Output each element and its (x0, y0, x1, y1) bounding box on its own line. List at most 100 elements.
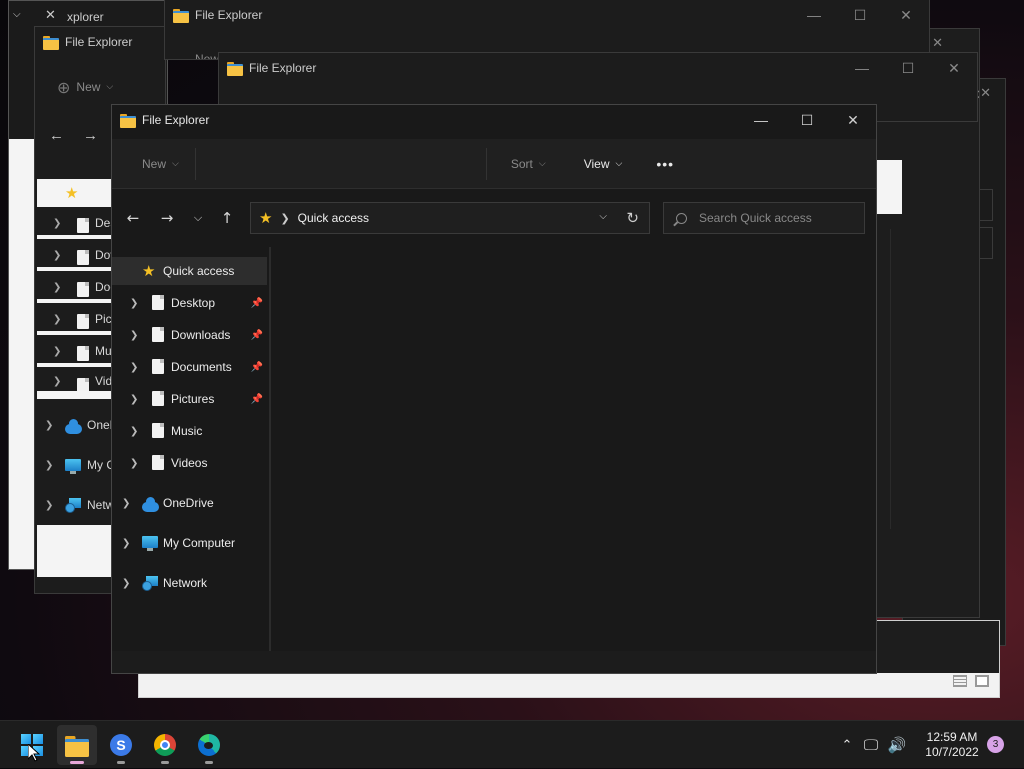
new-button[interactable]: New ⌵ (132, 148, 189, 180)
expand-chevron-icon[interactable]: ❯ (130, 394, 138, 405)
sidebar-item-videos[interactable]: ❯ Videos (112, 449, 267, 477)
close-button[interactable]: ✕ (830, 105, 876, 135)
maximize-icon[interactable]: ☐ (837, 0, 883, 30)
forward-button[interactable]: → (150, 202, 184, 234)
expand-chevron-icon[interactable]: ❯ (130, 458, 138, 469)
sidebar-item-my-computer[interactable]: ❯ My Computer (112, 529, 267, 557)
folder-icon (120, 114, 136, 128)
bg-close-icon[interactable]: ✕ (980, 85, 991, 101)
more-options-button[interactable]: ••• (646, 148, 684, 180)
show-hidden-icons-chevron-icon[interactable]: ⌃ (836, 738, 858, 753)
view-button[interactable]: View ⌵ (574, 148, 633, 180)
view-details-icon[interactable] (953, 675, 967, 690)
file-list-area[interactable] (272, 247, 876, 651)
breadcrumb-chevron-icon[interactable]: ❯ (280, 212, 289, 225)
sidebar-item[interactable]: ❯ Pict (37, 307, 115, 335)
expand-chevron-icon[interactable]: ❯ (130, 330, 138, 341)
expand-chevron-icon[interactable]: ❯ (130, 426, 138, 437)
pin-icon: 📌 (250, 393, 263, 405)
folder-icon (227, 62, 243, 76)
forward-arrow-icon[interactable]: → (83, 127, 98, 144)
expand-chevron-icon[interactable]: ❯ (122, 498, 130, 509)
sidebar-item-documents[interactable]: ❯ Documents 📌 (112, 353, 267, 381)
expand-chevron-icon[interactable]: ❯ (130, 298, 138, 309)
sort-label: Sort (510, 156, 533, 171)
document-icon (77, 314, 89, 329)
minimize-icon[interactable]: — (791, 0, 837, 30)
breadcrumb-quick-access[interactable]: Quick access (298, 211, 369, 225)
chrome-icon (154, 734, 176, 756)
sidebar-item-label: Videos (171, 456, 208, 470)
bg-close-icon[interactable]: ✕ (932, 35, 943, 51)
address-dropdown-icon[interactable]: ⌵ (599, 211, 607, 222)
close-tab-icon[interactable]: ✕ (45, 8, 56, 23)
sidebar-item-desktop[interactable]: ❯ Desktop 📌 (112, 289, 267, 317)
sidebar-item-music[interactable]: ❯ Music (112, 417, 267, 445)
sidebar-item-quick-access[interactable]: ★ Quick access (112, 257, 267, 285)
taskbar-file-explorer[interactable] (57, 725, 97, 765)
taskbar-chrome[interactable] (145, 725, 185, 765)
computer-icon (142, 536, 158, 551)
network-status-icon[interactable]: 🖵 (858, 736, 884, 754)
recent-locations-button[interactable]: ⌵ (184, 202, 212, 234)
bg-white-area (37, 525, 115, 577)
separator (194, 147, 196, 180)
running-indicator (161, 761, 169, 764)
sidebar-item[interactable]: ❯ Doc (37, 275, 115, 303)
pin-icon: 📌 (250, 297, 263, 309)
sidebar-item-label: Pictures (171, 392, 215, 406)
back-button[interactable]: ← (116, 202, 150, 234)
expand-chevron-icon[interactable]: ❯ (122, 578, 130, 589)
network-icon (65, 498, 81, 513)
plus-circle-icon: ⊕ (57, 77, 71, 97)
sidebar-item-network[interactable]: ❯ Network (112, 569, 267, 597)
expand-chevron-icon[interactable]: ❯ (122, 538, 130, 549)
sidebar-item-quick-access[interactable]: ★ (37, 179, 115, 207)
sidebar-item-onedrive[interactable]: ❯ OneDrive (112, 489, 267, 517)
window-title: File Explorer (142, 113, 210, 127)
refresh-icon[interactable]: ↻ (626, 209, 639, 227)
chevron-down-icon: ⌵ (538, 158, 546, 169)
maximize-icon[interactable]: ☐ (885, 53, 931, 83)
back-arrow-icon[interactable]: ← (49, 127, 64, 144)
sidebar-item-pictures[interactable]: ❯ Pictures 📌 (112, 385, 267, 413)
sidebar-item-label: Network (163, 576, 208, 590)
volume-icon[interactable]: 🔊 (884, 736, 910, 754)
sidebar-item[interactable]: ❯ Vid (37, 371, 115, 399)
search-box[interactable]: Search Quick access (663, 202, 865, 234)
up-button[interactable]: ↑ (212, 202, 242, 234)
close-icon[interactable]: ✕ (883, 0, 929, 30)
sort-button[interactable]: Sort ⌵ (501, 148, 556, 180)
sidebar-item-onedrive[interactable]: ❯OneD (37, 411, 115, 439)
chevron-down-icon[interactable]: ⌵ (13, 9, 21, 20)
sidebar-item[interactable]: ❯ Des (37, 211, 115, 239)
notification-badge[interactable]: 3 (987, 736, 1004, 753)
expand-chevron-icon[interactable]: ❯ (130, 362, 138, 373)
sidebar-item[interactable]: ❯ Dov (37, 243, 115, 271)
document-icon (77, 250, 89, 265)
cloud-icon (142, 497, 159, 512)
minimize-icon[interactable]: — (839, 53, 885, 83)
separator (485, 147, 487, 180)
title-bar[interactable]: File Explorer — ☐ ✕ (112, 105, 876, 135)
close-icon[interactable]: ✕ (931, 53, 977, 83)
bg-new-label[interactable]: New (195, 52, 219, 59)
taskbar-edge[interactable] (189, 725, 229, 765)
sidebar-item-my-computer[interactable]: ❯ My C (37, 451, 115, 479)
sidebar-item[interactable]: ❯ Mu (37, 339, 115, 367)
sidebar-item-network[interactable]: ❯ Netw (37, 491, 115, 519)
taskbar-simplenote[interactable]: S (101, 725, 141, 765)
clock[interactable]: 12:59 AM 10/7/2022 (918, 730, 986, 760)
clock-date: 10/7/2022 (925, 745, 979, 759)
chevron-down-icon: ⌵ (106, 82, 114, 92)
address-bar[interactable]: ★ ❯ Quick access ⌵ ↻ (250, 202, 650, 234)
minimize-button[interactable]: — (738, 105, 784, 135)
view-tiles-icon[interactable] (975, 675, 989, 690)
command-bar: New ⌵ Sort ⌵ View ⌵ ••• (112, 139, 876, 189)
document-icon (152, 359, 164, 374)
document-icon (77, 282, 89, 297)
maximize-button[interactable]: ☐ (784, 105, 830, 135)
sidebar-item-label: Quick access (163, 264, 235, 278)
sidebar-item-downloads[interactable]: ❯ Downloads 📌 (112, 321, 267, 349)
bg-new-button[interactable]: ⊕ New ⌵ (47, 71, 123, 103)
